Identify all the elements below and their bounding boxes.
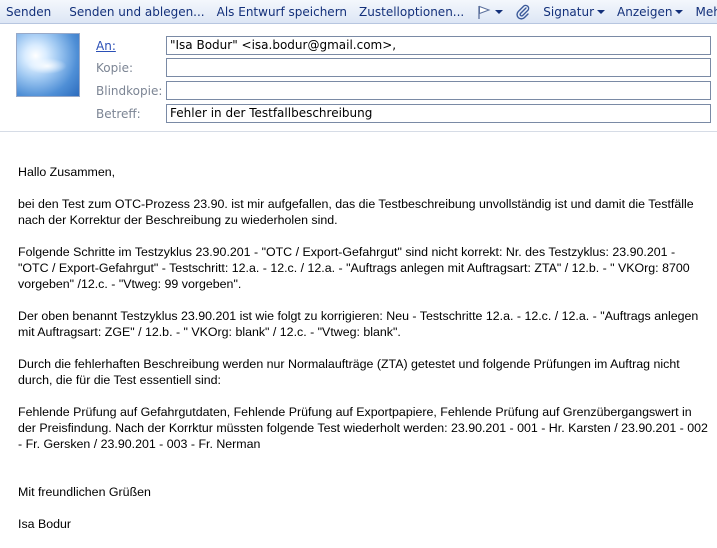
attach-button[interactable] bbox=[509, 0, 537, 24]
chevron-down-icon bbox=[495, 9, 504, 14]
paperclip-icon bbox=[515, 4, 531, 20]
compose-header: An: "Isa Bodur" <isa.bodur@gmail.com>, K… bbox=[0, 24, 717, 132]
to-label-link[interactable]: An: bbox=[96, 39, 116, 53]
signature-menu[interactable]: Signatur bbox=[537, 0, 611, 24]
message-body-editor[interactable]: Hallo Zusammen, bei den Test zum OTC-Pro… bbox=[18, 164, 708, 548]
delivery-options-button[interactable]: Zustelloptionen... bbox=[353, 0, 470, 24]
more-label: Mehr bbox=[695, 4, 717, 19]
body-paragraph-3: Der oben benannt Testzyklus 23.90.201 is… bbox=[18, 309, 699, 339]
chevron-down-icon bbox=[675, 9, 684, 14]
cc-label: Kopie: bbox=[96, 61, 133, 75]
send-and-file-button[interactable]: Senden und ablegen... bbox=[63, 0, 210, 24]
closing-text: Mit freundlichen Grüßen bbox=[18, 485, 151, 499]
greeting-text: Hallo Zusammen, bbox=[18, 165, 116, 179]
compose-toolbar: Senden Senden und ablegen... Als Entwurf… bbox=[0, 0, 717, 24]
signature-label: Signatur bbox=[543, 4, 595, 19]
chevron-down-icon bbox=[597, 9, 606, 14]
body-paragraph-2: Folgende Schritte im Testzyklus 23.90.20… bbox=[18, 245, 690, 291]
body-paragraph-4: Durch die fehlerhaften Beschreibung werd… bbox=[18, 357, 680, 387]
sender-photo bbox=[16, 33, 80, 97]
to-field[interactable]: "Isa Bodur" <isa.bodur@gmail.com>, bbox=[166, 36, 711, 55]
flag-icon bbox=[476, 4, 492, 20]
bcc-field[interactable] bbox=[166, 81, 711, 100]
body-paragraph-5: Fehlende Prüfung auf Gefahrgutdaten, Feh… bbox=[18, 405, 708, 451]
send-button[interactable]: Senden bbox=[0, 0, 57, 24]
follow-up-flag-button[interactable] bbox=[470, 0, 509, 24]
display-label: Anzeigen bbox=[617, 4, 673, 19]
bcc-label: Blindkopie: bbox=[96, 84, 163, 98]
save-draft-button[interactable]: Als Entwurf speichern bbox=[211, 0, 353, 24]
subject-label: Betreff: bbox=[96, 107, 141, 121]
display-menu[interactable]: Anzeigen bbox=[611, 0, 689, 24]
signature-text: Isa Bodur bbox=[18, 517, 72, 531]
more-menu[interactable]: Mehr bbox=[689, 0, 717, 24]
subject-field[interactable]: Fehler in der Testfallbeschreibung bbox=[166, 104, 711, 123]
cc-field[interactable] bbox=[166, 58, 711, 77]
body-paragraph-1: bei den Test zum OTC-Prozess 23.90. ist … bbox=[18, 197, 694, 227]
